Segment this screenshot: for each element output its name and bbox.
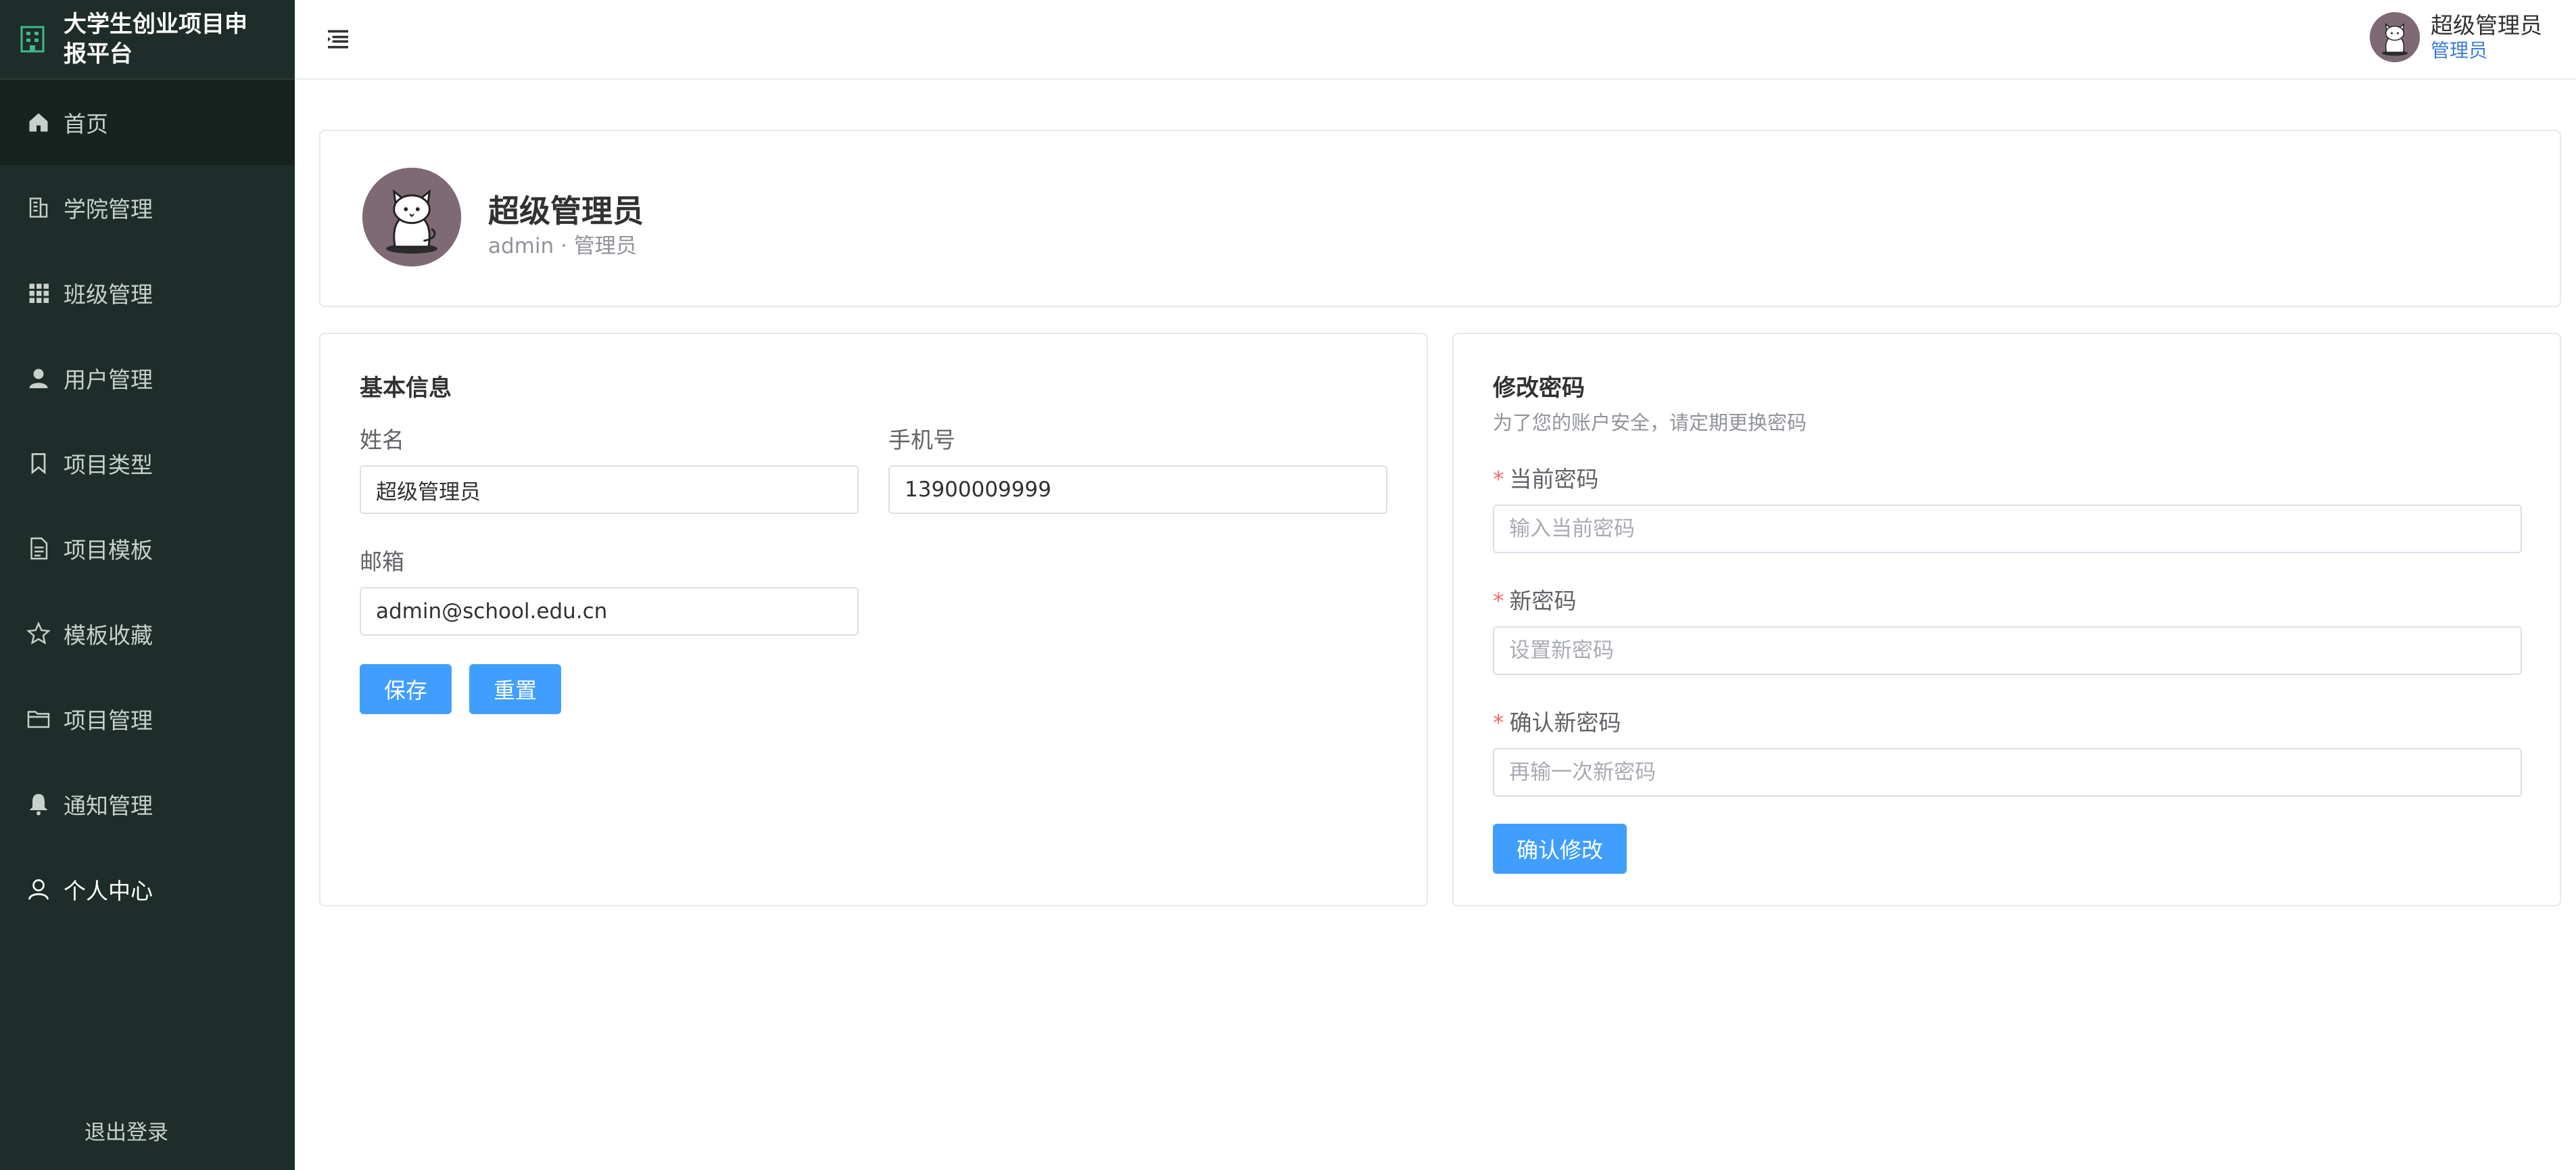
sidebar-item-label: 项目模板 [64,537,153,563]
current-password-input[interactable] [1493,505,2522,553]
user-menu[interactable]: 超级管理员 管理员 [2370,12,2542,62]
cat-avatar-icon [2370,12,2420,62]
star-icon [26,621,51,647]
brand[interactable]: 大学生创业项目申报平台 [0,0,295,80]
sidebar: 大学生创业项目申报平台 首页 学院管理 班级管理 用户管理 项目类型 项目模板 … [0,0,295,1170]
email-label: 邮箱 [360,548,404,575]
email-field[interactable] [360,587,859,636]
confirm-password-label-text: 确认新密码 [1509,709,1621,736]
sidebar-item-label: 模板收藏 [64,622,153,649]
menu-toggle-icon[interactable] [325,26,352,53]
password-hint: 为了您的账户安全，请定期更换密码 [1493,411,1807,434]
cat-avatar-icon [362,168,461,266]
profile-name: 超级管理员 [488,193,644,229]
sidebar-item-projects[interactable]: 项目管理 [0,676,295,762]
bell-icon [26,791,51,817]
confirm-password-label: * 确认新密码 [1493,705,1621,737]
sidebar-item-users[interactable]: 用户管理 [0,335,295,421]
app-title: 大学生创业项目申报平台 [64,11,247,68]
sidebar-item-label: 用户管理 [64,367,153,393]
confirm-change-button[interactable]: 确认修改 [1493,824,1627,874]
sidebar-item-label: 项目类型 [64,452,153,478]
sidebar-item-classes[interactable]: 班级管理 [0,250,295,335]
user-outline-icon [26,876,51,902]
change-password-title: 修改密码 [1493,375,1585,402]
building-icon [26,195,51,220]
sidebar-item-project-types[interactable]: 项目类型 [0,421,295,506]
name-label: 姓名 [360,427,404,453]
sidebar-item-template-favorites[interactable]: 模板收藏 [0,591,295,676]
new-password-label: * 新密码 [1493,583,1577,615]
basic-info-title: 基本信息 [360,375,452,402]
top-header: 超级管理员 管理员 [295,0,2576,80]
building-logo-icon [20,26,45,53]
sidebar-item-label: 首页 [64,111,108,137]
avatar [2370,12,2420,62]
user-info: 超级管理员 管理员 [2431,12,2542,62]
required-mark: * [1493,466,1504,492]
phone-label: 手机号 [888,427,955,453]
change-password-card: 修改密码 为了您的账户安全，请定期更换密码 * 当前密码 * 新密码 * 确认新密码 … [1452,333,2561,906]
sidebar-item-home[interactable]: 首页 [0,80,295,165]
sidebar-item-label: 通知管理 [64,793,153,819]
current-password-label-text: 当前密码 [1509,466,1599,492]
save-button[interactable]: 保存 [360,664,452,714]
new-password-label-text: 新密码 [1509,588,1577,614]
sidebar-menu: 首页 学院管理 班级管理 用户管理 项目类型 项目模板 模板收藏 项目管理 通知… [0,80,295,932]
header-user-name: 超级管理员 [2431,12,2542,39]
current-password-label: * 当前密码 [1493,461,1599,494]
sidebar-item-label: 学院管理 [64,196,153,223]
reset-button[interactable]: 重置 [469,664,561,714]
user-icon [26,365,51,391]
confirm-password-input[interactable] [1493,748,2522,797]
required-mark: * [1493,588,1504,614]
sidebar-item-label: 项目管理 [64,707,153,734]
grid-icon [26,280,51,306]
home-icon [26,110,51,135]
basic-info-card: 基本信息 姓名 手机号 邮箱 保存 重置 [319,333,1428,906]
profile-avatar [362,168,461,266]
required-mark: * [1493,709,1504,736]
document-icon [26,536,51,561]
bookmark-icon [26,450,51,476]
header-user-role: 管理员 [2431,39,2488,62]
phone-field[interactable] [888,465,1387,514]
name-field[interactable] [360,465,859,514]
sidebar-item-profile[interactable]: 个人中心 [0,847,295,932]
logout-button[interactable]: 退出登录 [0,1115,253,1146]
profile-subtitle: admin · 管理员 [488,234,637,258]
folder-icon [26,706,51,732]
sidebar-item-label: 个人中心 [64,878,153,904]
sidebar-item-notifications[interactable]: 通知管理 [0,762,295,847]
profile-card: 超级管理员 admin · 管理员 [319,130,2561,307]
sidebar-item-colleges[interactable]: 学院管理 [0,165,295,250]
sidebar-item-project-templates[interactable]: 项目模板 [0,506,295,591]
sidebar-item-label: 班级管理 [64,281,153,308]
new-password-input[interactable] [1493,626,2522,675]
